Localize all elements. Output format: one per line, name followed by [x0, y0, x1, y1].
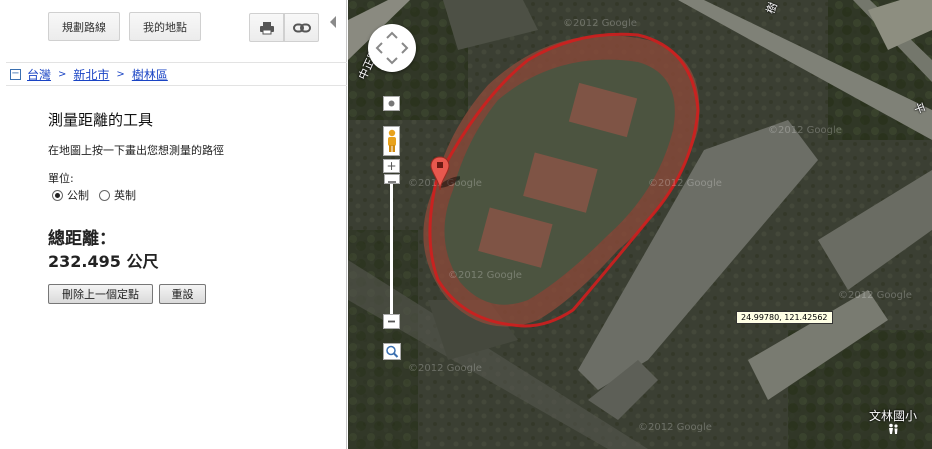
total-distance-label: 總距離： [48, 229, 116, 249]
delete-last-point-button[interactable]: 刪除上一個定點 [48, 284, 153, 304]
directions-button[interactable]: 規劃路線 [48, 12, 120, 41]
pegman-icon [387, 129, 396, 152]
imperial-label[interactable]: 英制 [114, 187, 136, 203]
slider-handle-icon [388, 181, 396, 183]
map-marker-icon[interactable] [430, 156, 460, 192]
school-icon [889, 423, 898, 434]
link-icon [292, 23, 311, 32]
zoom-area-button[interactable] [383, 343, 401, 360]
metric-label[interactable]: 公制 [67, 187, 89, 203]
zoom-in-button[interactable]: + [383, 159, 400, 173]
place-label[interactable]: 文林國小 [869, 407, 917, 424]
tool-instruction: 在地圖上按一下畫出您想測量的路徑 [48, 144, 224, 157]
plus-icon: + [386, 159, 397, 173]
coordinate-tooltip: 24.99780, 121.42562 [736, 311, 833, 324]
breadcrumb: − 台灣 > 新北市 > 樹林區 [6, 62, 347, 86]
minus-icon [388, 320, 395, 323]
imperial-radio[interactable] [99, 189, 110, 201]
magnifier-icon [386, 345, 399, 358]
map-watermark: ©2012 Google [408, 363, 482, 374]
unit-options: 公制 英制 [52, 187, 136, 203]
reset-button[interactable]: 重設 [159, 284, 206, 304]
satellite-map[interactable]: ©2012 Google ©2012 Google ©2012 Google ©… [348, 0, 932, 449]
satellite-imagery [348, 0, 932, 449]
total-distance-value: 232.495 公尺 [48, 252, 159, 271]
link-button[interactable] [284, 13, 319, 42]
breadcrumb-separator: > [116, 68, 125, 80]
pan-arrows-icon [375, 31, 409, 65]
map-watermark: ©2012 Google [448, 270, 522, 281]
map-watermark: ©2012 Google [648, 178, 722, 189]
map-watermark: ©2012 Google [563, 18, 637, 29]
zoom-reset-button[interactable] [383, 96, 400, 111]
pan-control[interactable] [368, 24, 416, 72]
breadcrumb-item-shulin[interactable]: 樹林區 [132, 66, 168, 83]
map-watermark: ©2012 Google [768, 125, 842, 136]
map-watermark: ©2012 Google [638, 422, 712, 433]
side-panel: 規劃路線 我的地點 − 台灣 > 新北市 > 樹林區 測量距離的工具 在地圖上按… [0, 0, 347, 449]
breadcrumb-toggle-icon[interactable]: − [10, 68, 21, 80]
street-view-pegman[interactable] [383, 126, 400, 156]
dot-icon [388, 100, 395, 107]
print-button[interactable] [249, 13, 284, 42]
my-places-button[interactable]: 我的地點 [129, 12, 201, 41]
collapse-panel-icon[interactable] [330, 16, 336, 28]
zoom-slider-handle[interactable] [384, 174, 400, 184]
printer-icon [259, 21, 274, 34]
breadcrumb-separator: > [58, 68, 67, 80]
zoom-out-button[interactable] [383, 314, 400, 329]
unit-label: 單位: [48, 172, 74, 185]
tool-title: 測量距離的工具 [48, 111, 154, 129]
breadcrumb-item-new-taipei[interactable]: 新北市 [73, 66, 109, 83]
breadcrumb-item-taiwan[interactable]: 台灣 [27, 66, 51, 83]
metric-radio[interactable] [52, 189, 63, 201]
map-watermark: ©2012 Google [838, 290, 912, 301]
zoom-slider-track[interactable] [390, 176, 393, 314]
